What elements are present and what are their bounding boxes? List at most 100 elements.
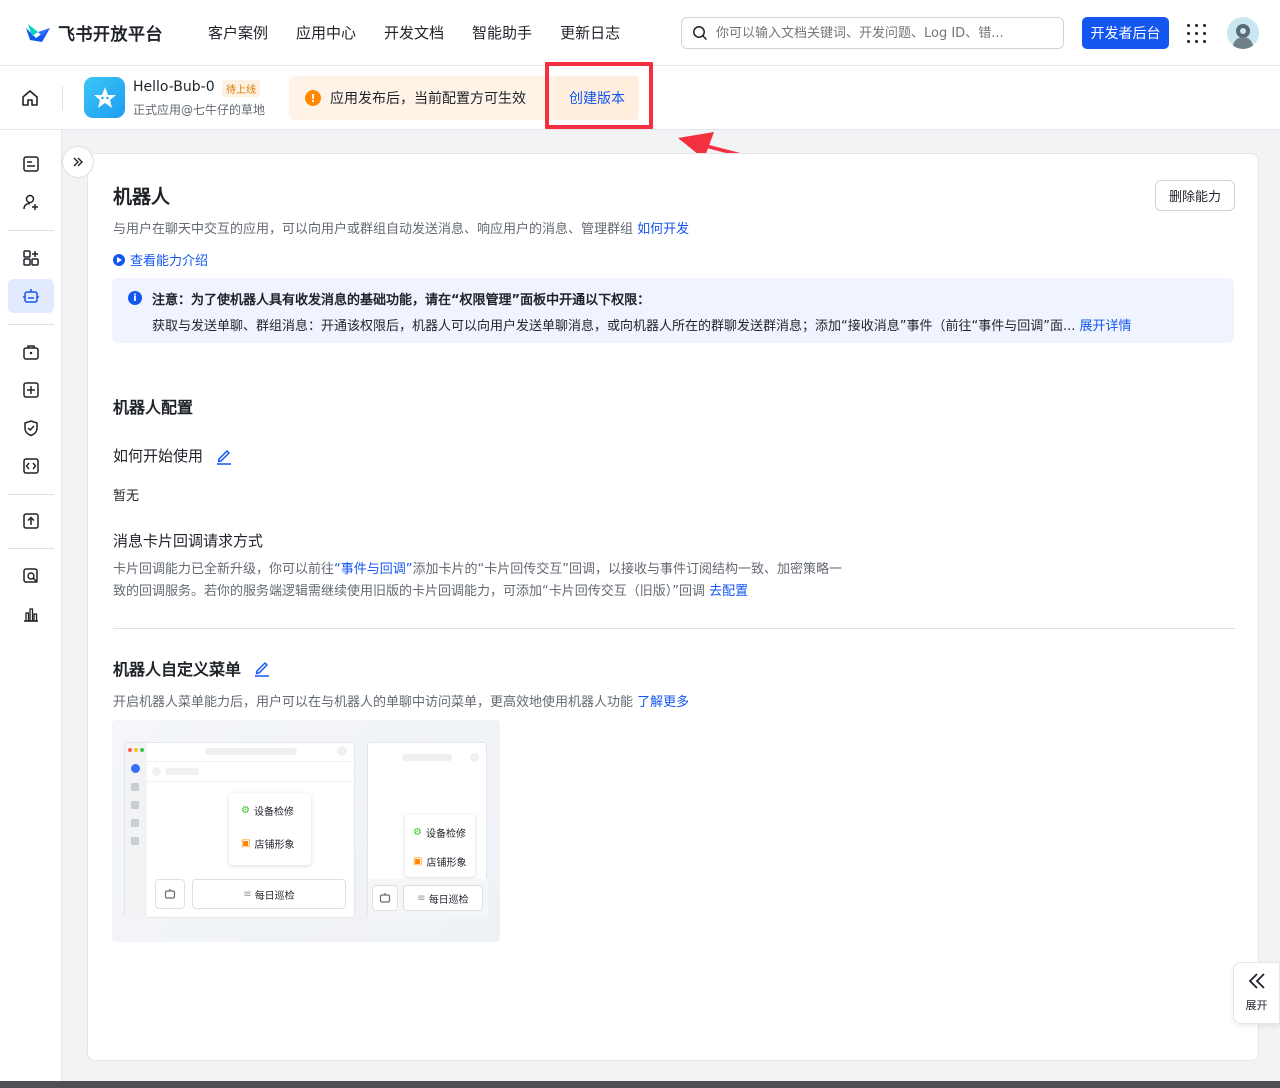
expand-panel-button[interactable]: 展开 [1233,962,1280,1024]
bottom-scroll-bar [0,1081,1280,1088]
search-icon [693,26,708,41]
sidebar-add-capability[interactable] [8,241,54,275]
notice-body-text: 获取与发送单聊、群组消息：开通该权限后，机器人可以向用户发送单聊消息，或向机器人… [152,319,1076,334]
menu-bar-desktop: ≡ 每日巡检 [192,879,346,909]
permission-notice: i 注意：为了使机器人具有收发消息的基础功能，请在“权限管理”面板中开通以下权限… [112,278,1234,343]
nav-app-center[interactable]: 应用中心 [296,22,356,43]
callback-text-3: 致的回调服务。若你的服务端逻辑需继续使用旧版的卡片回调能力，可添加“卡片回传交互… [113,584,710,599]
robot-icon [23,289,39,303]
shield-check-icon [24,420,38,437]
play-icon [113,253,125,266]
wrench-icon: ⚙ [241,805,250,816]
desktop-preview: ⚙ 设备检修 ▣ 店铺形象 ≡ 每日巡检 [124,742,356,919]
store-icon: ▣ [241,838,251,849]
sidebar-divider [8,324,54,325]
home-icon[interactable] [20,88,40,112]
sidebar-security[interactable] [8,449,54,483]
sidebar-logs[interactable] [8,559,54,593]
create-version-button[interactable]: 创建版本 [556,76,638,120]
nav-ai-assistant[interactable]: 智能助手 [472,22,532,43]
view-intro-link[interactable]: 查看能力介绍 [113,250,208,269]
wrench-icon: ⚙ [413,827,422,838]
app-avatar [84,77,125,118]
double-chevron-left-icon [1248,973,1265,989]
user-avatar[interactable] [1227,17,1259,49]
main-nav: 客户案例 应用中心 开发文档 智能助手 更新日志 [208,22,620,43]
mobile-preview: ⚙ 设备检修 ▣ 店铺形象 ≡ 每日巡检 [367,742,488,919]
nav-dev-docs[interactable]: 开发文档 [384,22,444,43]
search-input[interactable] [716,25,1036,41]
developer-console-button[interactable]: 开发者后台 [1082,17,1169,49]
sidebar-members[interactable] [8,185,54,219]
edit-icon[interactable] [253,659,271,677]
store-icon: ▣ [413,856,423,867]
card-callback-title: 消息卡片回调请求方式 [113,530,263,551]
menu-item-label: 店铺形象 [254,840,295,851]
view-intro-label: 查看能力介绍 [130,254,209,269]
edit-icon[interactable] [215,447,233,465]
menu-item-label: 店铺形象 [426,858,467,869]
bot-capability-panel: 机器人 删除能力 与用户在聊天中交互的应用，可以向用户或群组自动发送消息、响应用… [87,153,1259,1061]
notice-text: 应用发布后，当前配置方可生效 [330,91,526,107]
card-callback-title-text: 消息卡片回调请求方式 [113,532,264,550]
info-icon: i [128,291,142,305]
page-title: 机器人 [113,186,171,208]
events-callbacks-link[interactable]: “事件与回调” [334,562,412,577]
add-user-icon [23,194,38,210]
section-divider [113,628,1235,629]
robot-icon [155,879,185,909]
search-box[interactable] [681,17,1064,49]
callback-text-2: 添加卡片的“卡片回传交互”回调，以接收与事件订阅结构一致、加密策略一 [412,562,842,577]
divider [62,86,63,110]
menu-icon: ≡ [243,888,252,900]
menu-item-label: 每日巡检 [428,894,469,906]
notice-title: 注意：为了使机器人具有收发消息的基础功能，请在“权限管理”面板中开通以下权限： [152,293,651,308]
expand-details-link[interactable]: 展开详情 [1079,319,1131,334]
info-card-icon [23,156,39,172]
nav-changelog[interactable]: 更新日志 [560,22,620,43]
robot-icon [372,885,398,911]
app-owner: 正式应用@七牛仔的草地 [133,103,266,117]
sidebar-permissions[interactable] [8,411,54,445]
double-chevron-right-icon [73,157,83,167]
expand-sidebar-button[interactable] [62,146,94,178]
delete-capability-button[interactable]: 删除能力 [1155,180,1235,211]
sidebar-basic-info[interactable] [8,147,54,181]
sidebar-bot[interactable] [8,279,54,313]
how-to-use-heading: 如何开始使用 [113,445,233,466]
menu-item-label: 设备检修 [253,807,294,818]
app-status-badge: 待上线 [222,80,260,97]
apps-grid-icon[interactable] [1187,24,1206,43]
sidebar-divider [8,494,54,495]
page-description: 与用户在聊天中交互的应用，可以向用户或群组自动发送消息、响应用户的消息、管理群组… [113,218,689,237]
how-to-use-title: 如何开始使用 [113,447,204,465]
card-callback-desc: 卡片回调能力已全新升级，你可以前往“事件与回调”添加卡片的“卡片回传交互”回调，… [113,559,913,603]
menu-icon: ≡ [417,892,426,904]
how-to-use-value: 暂无 [113,489,140,504]
description-text: 与用户在聊天中交互的应用，可以向用户或群组自动发送消息、响应用户的消息、管理群组 [113,222,634,237]
sidebar-events[interactable] [8,373,54,407]
app-name: Hello-Bub-0 [133,79,215,95]
upload-icon [23,513,39,529]
learn-more-link[interactable]: 了解更多 [637,695,689,710]
menu-bar-mobile: ≡ 每日巡检 [403,885,483,911]
sidebar-version[interactable] [8,504,54,538]
configure-link[interactable]: 去配置 [709,584,748,599]
menu-popup-desktop: ⚙ 设备检修 ▣ 店铺形象 [229,793,311,865]
how-to-develop-link[interactable]: 如何开发 [637,222,689,237]
feishu-logo-icon [26,23,50,42]
code-icon [23,458,39,474]
briefcase-icon [23,345,39,360]
menu-preview-illustration: ⚙ 设备检修 ▣ 店铺形象 ≡ 每日巡检 ⚙ 设备检修 ▣ 店铺形象 ≡ 每日巡检 [112,720,500,942]
search-doc-icon [23,568,39,584]
brand-logo[interactable]: 飞书开放平台 [24,20,163,45]
custom-menu-heading: 机器人自定义菜单 [113,656,271,680]
plus-square-icon [23,382,39,398]
menu-item-label: 每日巡检 [254,890,295,902]
sidebar-credentials[interactable] [8,335,54,369]
sidebar-analytics[interactable] [8,597,54,631]
star-icon [93,86,116,108]
nav-customer-cases[interactable]: 客户案例 [208,22,268,43]
sidebar-divider [8,548,54,549]
custom-menu-desc: 开启机器人菜单能力后，用户可以在与机器人的单聊中访问菜单，更高效地使用机器人功能… [113,691,689,710]
